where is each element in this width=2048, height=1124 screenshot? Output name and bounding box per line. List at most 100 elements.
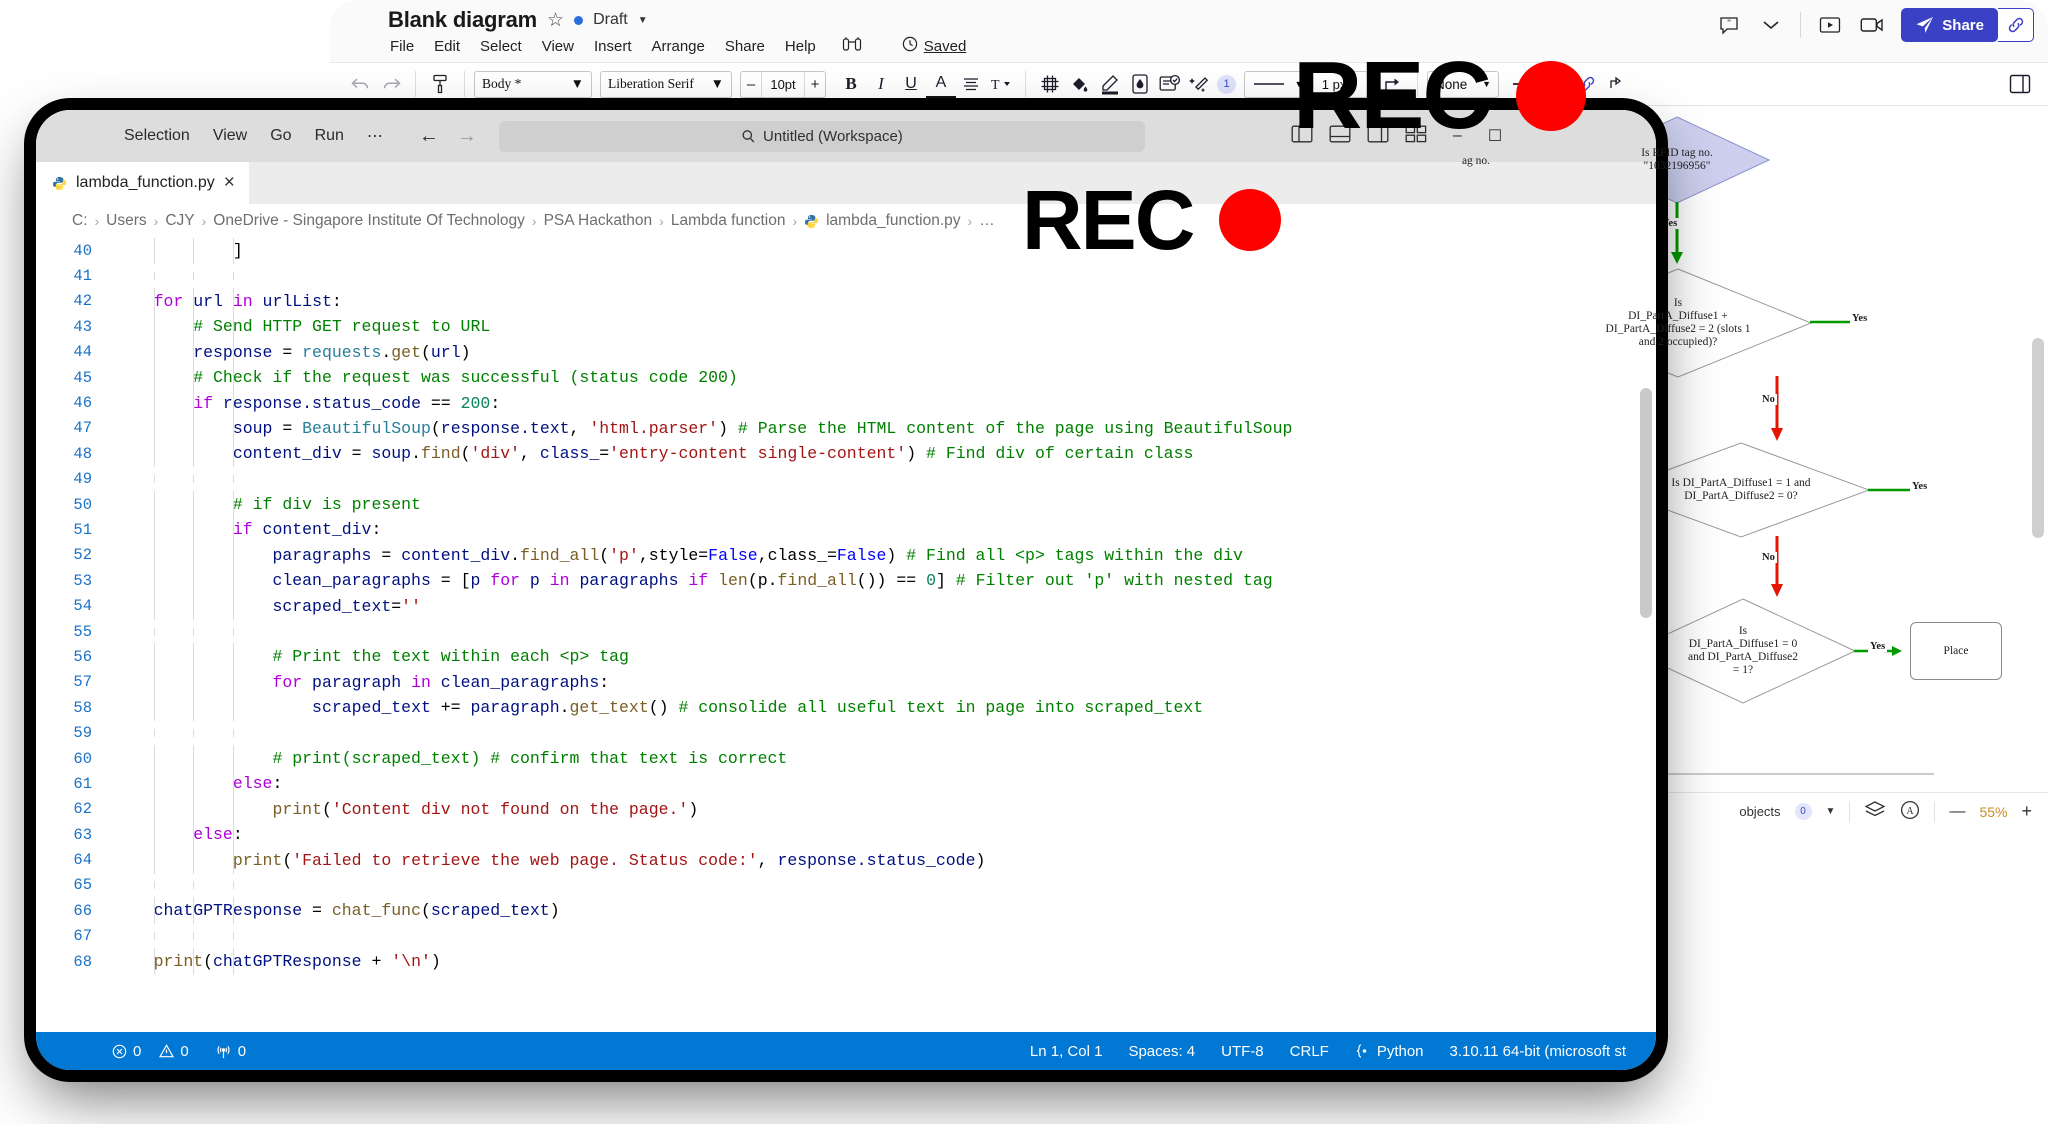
outline-icon[interactable]: A [1900, 800, 1920, 823]
shadow-icon[interactable] [1125, 69, 1155, 99]
menu-edit[interactable]: Edit [434, 38, 460, 55]
code-line[interactable]: 59 [36, 720, 1656, 745]
code-line[interactable]: 67 [36, 924, 1656, 949]
cursor-position[interactable]: Ln 1, Col 1 [1030, 1043, 1103, 1060]
format-panel-toggle-icon[interactable] [2002, 62, 2038, 106]
language-mode[interactable]: Python [1355, 1043, 1424, 1060]
connection-arrows-icon[interactable] [1602, 69, 1632, 99]
font-size-stepper[interactable]: – 10pt + [740, 71, 826, 98]
menu-help[interactable]: Help [785, 38, 816, 55]
code-line[interactable]: 60 # print(scraped_text) # confirm that … [36, 746, 1656, 771]
breadcrumb-item-file[interactable]: lambda_function.py [826, 212, 960, 230]
underline-button[interactable]: U [896, 69, 926, 99]
font-size-value[interactable]: 10pt [761, 72, 805, 97]
code-line[interactable]: 57 for paragraph in clean_paragraphs: [36, 670, 1656, 695]
code-line[interactable]: 49 [36, 467, 1656, 492]
undo-icon[interactable] [346, 69, 376, 99]
code-line[interactable]: 63 else: [36, 822, 1656, 847]
code-line[interactable]: 64 print('Failed to retrieve the web pag… [36, 847, 1656, 872]
menu-arrange[interactable]: Arrange [652, 38, 705, 55]
encoding[interactable]: UTF-8 [1221, 1043, 1264, 1060]
font-family-select[interactable]: Liberation Serif ▼ [600, 71, 732, 98]
code-line[interactable]: 54 scraped_text='' [36, 593, 1656, 618]
italic-button[interactable]: I [866, 69, 896, 99]
chevron-down-icon[interactable]: ▼ [638, 15, 648, 26]
code-line[interactable]: 47 soup = BeautifulSoup(response.text, '… [36, 416, 1656, 441]
code-line[interactable]: 46 if response.status_code == 200: [36, 390, 1656, 415]
favorite-star-icon[interactable]: ☆ [547, 9, 564, 32]
code-line[interactable]: 45 # Check if the request was successful… [36, 365, 1656, 390]
command-search-bar[interactable]: Untitled (Workspace) [499, 121, 1145, 152]
breadcrumb-item-drive[interactable]: C: [72, 212, 88, 230]
edit-style-icon[interactable] [1155, 69, 1185, 99]
chevron-down-icon[interactable]: ▼ [1826, 806, 1836, 817]
breadcrumb-item-cjy[interactable]: CJY [165, 212, 194, 230]
menu-share[interactable]: Share [725, 38, 765, 55]
code-line[interactable]: 52 paragraphs = content_div.find_all('p'… [36, 543, 1656, 568]
canvas-vertical-scrollbar[interactable] [2032, 338, 2044, 538]
menu-run[interactable]: Run [315, 127, 344, 145]
menu-view[interactable]: View [213, 127, 247, 145]
warnings-indicator[interactable]: 0 [159, 1043, 188, 1060]
video-camera-icon[interactable] [1859, 12, 1885, 38]
menu-view[interactable]: View [542, 38, 574, 55]
fill-color-icon[interactable] [1065, 69, 1095, 99]
menu-go[interactable]: Go [270, 127, 291, 145]
align-icon[interactable] [956, 69, 986, 99]
code-line[interactable]: 55 [36, 619, 1656, 644]
menu-more[interactable]: ⋯ [367, 126, 383, 146]
tab-lambda-function-py[interactable]: lambda_function.py × [36, 162, 249, 204]
menu-file[interactable]: File [390, 38, 414, 55]
code-line[interactable]: 65 [36, 873, 1656, 898]
text-options-icon[interactable]: T [986, 69, 1016, 99]
text-style-select[interactable]: Body * ▼ [474, 71, 592, 98]
flow-node-d1-0-d2-1[interactable]: Is DI_PartA_Diffuse1 = 0 and DI_PartA_Di… [1630, 598, 1856, 704]
menu-insert[interactable]: Insert [594, 38, 632, 55]
line-color-icon[interactable] [1095, 69, 1125, 99]
forward-arrow-icon[interactable]: → [457, 125, 477, 148]
close-icon[interactable]: × [224, 172, 235, 194]
code-line[interactable]: 62 print('Content div not found on the p… [36, 797, 1656, 822]
comment-icon[interactable]: ” [1716, 12, 1742, 38]
breadcrumb-item-onedrive[interactable]: OneDrive - Singapore Institute Of Techno… [213, 212, 525, 230]
back-arrow-icon[interactable]: ← [419, 125, 439, 148]
share-button[interactable]: Share [1901, 8, 1998, 42]
font-color-button[interactable]: A [926, 69, 956, 99]
binoculars-icon[interactable] [842, 36, 862, 57]
draft-status-label[interactable]: Draft [593, 11, 628, 29]
code-line[interactable]: 48 content_div = soup.find('div', class_… [36, 441, 1656, 466]
ports-indicator[interactable]: 0 [215, 1043, 246, 1060]
redo-icon[interactable] [376, 69, 406, 99]
magic-wand-icon[interactable] [1185, 69, 1215, 99]
line-endings[interactable]: CRLF [1290, 1043, 1329, 1060]
menu-select[interactable]: Select [480, 38, 522, 55]
layers-icon[interactable] [1864, 800, 1886, 823]
code-line[interactable]: 68 print(chatGPTResponse + '\n') [36, 949, 1656, 974]
python-interpreter[interactable]: 3.10.11 64-bit (microsoft st [1450, 1043, 1626, 1060]
code-line[interactable]: 50 # if div is present [36, 492, 1656, 517]
code-line[interactable]: 56 # Print the text within each <p> tag [36, 644, 1656, 669]
zoom-out-button[interactable]: — [1949, 803, 1965, 821]
breadcrumb-item-symbol[interactable]: … [979, 212, 995, 230]
font-size-increase[interactable]: + [805, 76, 825, 93]
zoom-level[interactable]: 55% [1979, 804, 2007, 820]
font-size-decrease[interactable]: – [741, 76, 761, 93]
menu-selection[interactable]: Selection [124, 127, 190, 145]
copy-link-icon[interactable] [1998, 8, 2034, 42]
bold-button[interactable]: B [836, 69, 866, 99]
format-painter-icon[interactable] [425, 69, 455, 99]
code-line[interactable]: 61 else: [36, 771, 1656, 796]
zoom-in-button[interactable]: + [2021, 801, 2032, 822]
code-line[interactable]: 58 scraped_text += paragraph.get_text() … [36, 695, 1656, 720]
code-line[interactable]: 41 [36, 263, 1656, 288]
errors-indicator[interactable]: 0 [112, 1043, 141, 1060]
diagram-title[interactable]: Blank diagram [388, 7, 537, 33]
code-editor[interactable]: 40 ]4142 for url in urlList:43 # Send HT… [36, 238, 1656, 1032]
editor-vertical-scrollbar[interactable] [1640, 388, 1652, 618]
code-line[interactable]: 42 for url in urlList: [36, 289, 1656, 314]
breadcrumb-item-lambda-function[interactable]: Lambda function [671, 212, 786, 230]
chevron-down-icon-topbar[interactable] [1758, 12, 1784, 38]
code-line[interactable]: 66 chatGPTResponse = chat_func(scraped_t… [36, 898, 1656, 923]
code-line[interactable]: 43 # Send HTTP GET request to URL [36, 314, 1656, 339]
breadcrumb-item-users[interactable]: Users [106, 212, 146, 230]
